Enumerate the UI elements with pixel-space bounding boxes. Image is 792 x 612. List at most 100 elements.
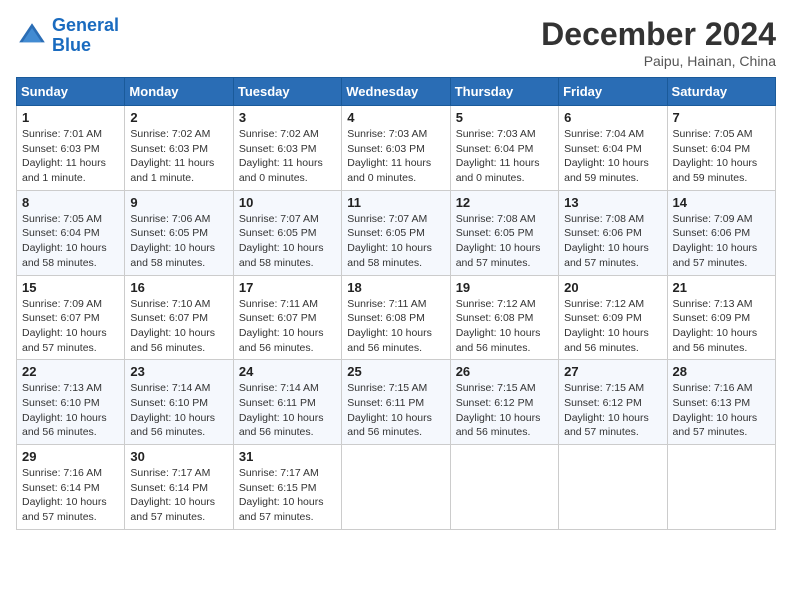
day-number: 9 [130,195,227,210]
day-info: Sunrise: 7:14 AM Sunset: 6:11 PM Dayligh… [239,381,336,440]
calendar-row-4: 22 Sunrise: 7:13 AM Sunset: 6:10 PM Dayl… [17,360,776,445]
calendar-cell-day-10: 10 Sunrise: 7:07 AM Sunset: 6:05 PM Dayl… [233,190,341,275]
day-number: 1 [22,110,119,125]
month-title: December 2024 [541,16,776,53]
calendar-cell-day-7: 7 Sunrise: 7:05 AM Sunset: 6:04 PM Dayli… [667,106,775,191]
day-info: Sunrise: 7:03 AM Sunset: 6:04 PM Dayligh… [456,127,553,186]
calendar-cell-day-22: 22 Sunrise: 7:13 AM Sunset: 6:10 PM Dayl… [17,360,125,445]
day-info: Sunrise: 7:17 AM Sunset: 6:15 PM Dayligh… [239,466,336,525]
day-info: Sunrise: 7:15 AM Sunset: 6:12 PM Dayligh… [456,381,553,440]
day-info: Sunrise: 7:07 AM Sunset: 6:05 PM Dayligh… [239,212,336,271]
col-tuesday: Tuesday [233,78,341,106]
calendar-cell-empty [450,445,558,530]
calendar-cell-day-30: 30 Sunrise: 7:17 AM Sunset: 6:14 PM Dayl… [125,445,233,530]
calendar-cell-day-11: 11 Sunrise: 7:07 AM Sunset: 6:05 PM Dayl… [342,190,450,275]
day-number: 17 [239,280,336,295]
logo-line1: General [52,15,119,35]
day-info: Sunrise: 7:06 AM Sunset: 6:05 PM Dayligh… [130,212,227,271]
day-info: Sunrise: 7:02 AM Sunset: 6:03 PM Dayligh… [239,127,336,186]
calendar-cell-day-31: 31 Sunrise: 7:17 AM Sunset: 6:15 PM Dayl… [233,445,341,530]
calendar-cell-day-1: 1 Sunrise: 7:01 AM Sunset: 6:03 PM Dayli… [17,106,125,191]
day-info: Sunrise: 7:12 AM Sunset: 6:08 PM Dayligh… [456,297,553,356]
day-info: Sunrise: 7:16 AM Sunset: 6:14 PM Dayligh… [22,466,119,525]
day-number: 5 [456,110,553,125]
day-info: Sunrise: 7:08 AM Sunset: 6:06 PM Dayligh… [564,212,661,271]
day-number: 6 [564,110,661,125]
calendar-table: Sunday Monday Tuesday Wednesday Thursday… [16,77,776,530]
calendar-row-3: 15 Sunrise: 7:09 AM Sunset: 6:07 PM Dayl… [17,275,776,360]
day-number: 31 [239,449,336,464]
day-info: Sunrise: 7:11 AM Sunset: 6:08 PM Dayligh… [347,297,444,356]
day-info: Sunrise: 7:09 AM Sunset: 6:06 PM Dayligh… [673,212,770,271]
calendar-cell-day-17: 17 Sunrise: 7:11 AM Sunset: 6:07 PM Dayl… [233,275,341,360]
calendar-cell-day-20: 20 Sunrise: 7:12 AM Sunset: 6:09 PM Dayl… [559,275,667,360]
calendar-cell-day-24: 24 Sunrise: 7:14 AM Sunset: 6:11 PM Dayl… [233,360,341,445]
calendar-cell-day-28: 28 Sunrise: 7:16 AM Sunset: 6:13 PM Dayl… [667,360,775,445]
col-monday: Monday [125,78,233,106]
calendar-cell-day-14: 14 Sunrise: 7:09 AM Sunset: 6:06 PM Dayl… [667,190,775,275]
day-number: 10 [239,195,336,210]
day-info: Sunrise: 7:13 AM Sunset: 6:09 PM Dayligh… [673,297,770,356]
calendar-row-1: 1 Sunrise: 7:01 AM Sunset: 6:03 PM Dayli… [17,106,776,191]
day-number: 30 [130,449,227,464]
day-number: 22 [22,364,119,379]
calendar-cell-day-26: 26 Sunrise: 7:15 AM Sunset: 6:12 PM Dayl… [450,360,558,445]
day-number: 7 [673,110,770,125]
col-thursday: Thursday [450,78,558,106]
calendar-row-5: 29 Sunrise: 7:16 AM Sunset: 6:14 PM Dayl… [17,445,776,530]
calendar-cell-day-18: 18 Sunrise: 7:11 AM Sunset: 6:08 PM Dayl… [342,275,450,360]
day-number: 29 [22,449,119,464]
day-info: Sunrise: 7:02 AM Sunset: 6:03 PM Dayligh… [130,127,227,186]
calendar-row-2: 8 Sunrise: 7:05 AM Sunset: 6:04 PM Dayli… [17,190,776,275]
day-number: 21 [673,280,770,295]
logo-line2: Blue [52,35,91,55]
calendar-cell-day-29: 29 Sunrise: 7:16 AM Sunset: 6:14 PM Dayl… [17,445,125,530]
calendar-cell-day-12: 12 Sunrise: 7:08 AM Sunset: 6:05 PM Dayl… [450,190,558,275]
col-wednesday: Wednesday [342,78,450,106]
day-number: 23 [130,364,227,379]
day-number: 27 [564,364,661,379]
day-number: 13 [564,195,661,210]
day-number: 25 [347,364,444,379]
calendar-cell-empty [667,445,775,530]
day-number: 8 [22,195,119,210]
calendar-cell-day-21: 21 Sunrise: 7:13 AM Sunset: 6:09 PM Dayl… [667,275,775,360]
day-info: Sunrise: 7:15 AM Sunset: 6:12 PM Dayligh… [564,381,661,440]
day-info: Sunrise: 7:13 AM Sunset: 6:10 PM Dayligh… [22,381,119,440]
calendar-cell-day-5: 5 Sunrise: 7:03 AM Sunset: 6:04 PM Dayli… [450,106,558,191]
day-number: 19 [456,280,553,295]
calendar-cell-empty [342,445,450,530]
day-number: 20 [564,280,661,295]
calendar-cell-day-13: 13 Sunrise: 7:08 AM Sunset: 6:06 PM Dayl… [559,190,667,275]
day-number: 28 [673,364,770,379]
day-info: Sunrise: 7:12 AM Sunset: 6:09 PM Dayligh… [564,297,661,356]
day-number: 2 [130,110,227,125]
col-sunday: Sunday [17,78,125,106]
day-info: Sunrise: 7:15 AM Sunset: 6:11 PM Dayligh… [347,381,444,440]
calendar-cell-day-3: 3 Sunrise: 7:02 AM Sunset: 6:03 PM Dayli… [233,106,341,191]
day-number: 12 [456,195,553,210]
day-info: Sunrise: 7:10 AM Sunset: 6:07 PM Dayligh… [130,297,227,356]
day-info: Sunrise: 7:16 AM Sunset: 6:13 PM Dayligh… [673,381,770,440]
day-number: 16 [130,280,227,295]
day-number: 15 [22,280,119,295]
calendar-cell-day-23: 23 Sunrise: 7:14 AM Sunset: 6:10 PM Dayl… [125,360,233,445]
day-info: Sunrise: 7:07 AM Sunset: 6:05 PM Dayligh… [347,212,444,271]
location: Paipu, Hainan, China [541,53,776,69]
col-saturday: Saturday [667,78,775,106]
calendar-cell-day-19: 19 Sunrise: 7:12 AM Sunset: 6:08 PM Dayl… [450,275,558,360]
calendar-cell-day-4: 4 Sunrise: 7:03 AM Sunset: 6:03 PM Dayli… [342,106,450,191]
day-number: 14 [673,195,770,210]
calendar-cell-day-25: 25 Sunrise: 7:15 AM Sunset: 6:11 PM Dayl… [342,360,450,445]
day-info: Sunrise: 7:17 AM Sunset: 6:14 PM Dayligh… [130,466,227,525]
calendar-cell-day-6: 6 Sunrise: 7:04 AM Sunset: 6:04 PM Dayli… [559,106,667,191]
calendar-cell-day-16: 16 Sunrise: 7:10 AM Sunset: 6:07 PM Dayl… [125,275,233,360]
logo-icon [16,20,48,52]
day-number: 11 [347,195,444,210]
day-info: Sunrise: 7:08 AM Sunset: 6:05 PM Dayligh… [456,212,553,271]
day-number: 3 [239,110,336,125]
col-friday: Friday [559,78,667,106]
day-info: Sunrise: 7:05 AM Sunset: 6:04 PM Dayligh… [22,212,119,271]
day-info: Sunrise: 7:09 AM Sunset: 6:07 PM Dayligh… [22,297,119,356]
day-info: Sunrise: 7:14 AM Sunset: 6:10 PM Dayligh… [130,381,227,440]
